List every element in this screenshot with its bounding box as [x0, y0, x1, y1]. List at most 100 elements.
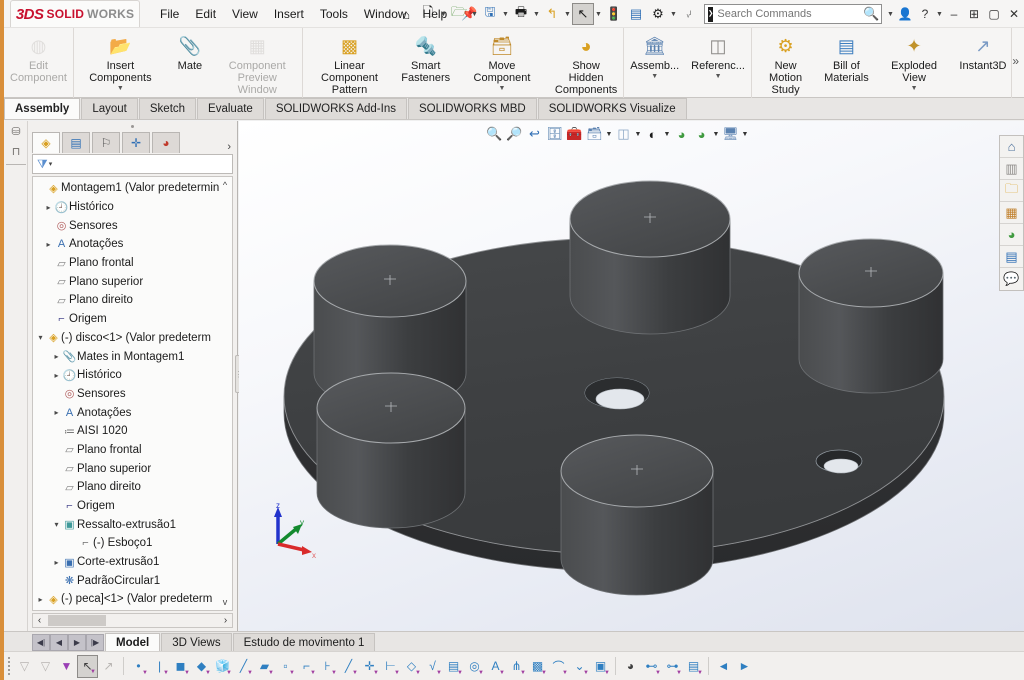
- chevron-down-icon[interactable]: ▼: [520, 670, 526, 676]
- filter-chevron-down-icon[interactable]: ▾: [49, 160, 53, 168]
- document-tab-3d-views[interactable]: 3D Views: [161, 633, 231, 651]
- mate-paperclip-button[interactable]: 📎Mate: [167, 30, 213, 72]
- tree-item[interactable]: ⌐Origem: [33, 310, 232, 329]
- tree-item[interactable]: ▱Plano direito: [33, 478, 232, 497]
- tree-item[interactable]: ▱Plano superior: [33, 459, 232, 478]
- display-style-icon[interactable]: 🗃: [585, 124, 604, 145]
- edit-appearance-icon[interactable]: ◐: [643, 124, 662, 145]
- tab-solidworks-add-ins[interactable]: SOLIDWORKS Add-Ins: [265, 98, 407, 119]
- chevron-down-icon[interactable]: ▼: [142, 670, 148, 676]
- menu-insert[interactable]: Insert: [266, 3, 312, 25]
- search-commands-box[interactable]: ❯ 🔍: [704, 4, 882, 24]
- hide-show-items-icon[interactable]: ◫: [614, 124, 633, 145]
- minimize-button[interactable]: –: [944, 3, 964, 25]
- panel-grip[interactable]: [28, 121, 237, 131]
- filter-weld-beads-icon[interactable]: ⌄▼: [569, 655, 590, 678]
- configuration-manager-tab[interactable]: ⚐: [92, 132, 120, 153]
- tab-assembly[interactable]: Assembly: [4, 98, 80, 119]
- hscroll-track[interactable]: [46, 614, 219, 627]
- tree-item[interactable]: ▸◈(-) peca]<1> (Valor predeterm: [33, 590, 232, 609]
- display-monitor-icon[interactable]: 🖥: [721, 124, 740, 145]
- home-icon[interactable]: ⌂: [395, 3, 417, 25]
- tree-item[interactable]: ≔AISI 1020: [33, 422, 232, 441]
- print-icon[interactable]: 🖶: [510, 3, 532, 25]
- print-chevron-down-icon[interactable]: ▼: [532, 11, 541, 18]
- select-cursor-icon[interactable]: ↖: [572, 3, 594, 25]
- filter-connection-point-icon[interactable]: ⊷▼: [641, 655, 662, 678]
- restore-button[interactable]: ⊞: [964, 3, 984, 25]
- filter-dimensions-icon[interactable]: ⊢▼: [380, 655, 401, 678]
- tree-item[interactable]: ▸🕘Histórico: [33, 198, 232, 217]
- expand-chevron-icon[interactable]: ▸: [51, 408, 62, 417]
- filter-faces-icon[interactable]: ◼▼: [170, 655, 191, 678]
- help-question-icon[interactable]: ?: [915, 3, 935, 25]
- chevron-down-icon[interactable]: ▼: [499, 85, 506, 92]
- expand-chevron-icon[interactable]: ▸: [51, 352, 62, 361]
- close-button[interactable]: ✕: [1004, 3, 1024, 25]
- filter-sketch-points-icon[interactable]: ▫▼: [275, 655, 296, 678]
- view-home-icon[interactable]: ⌂: [1000, 136, 1023, 158]
- tree-item[interactable]: ▸▣Corte-extrusão1: [33, 553, 232, 572]
- chevron-down-icon[interactable]: ▼: [583, 670, 589, 676]
- reference-geometry-button[interactable]: ◫Referenc...▼: [685, 30, 751, 80]
- chevron-down-icon[interactable]: ▼: [394, 670, 400, 676]
- feature-manager-expand-icon[interactable]: ›: [227, 141, 237, 153]
- expand-chevron-icon[interactable]: ▸: [43, 240, 54, 249]
- scenes-folder-icon[interactable]: 🗀: [1000, 180, 1023, 202]
- solidworks-logo[interactable]: 3DS SOLIDWORKS: [10, 0, 140, 27]
- filter-image-icon[interactable]: ▤▼: [683, 655, 704, 678]
- tree-item[interactable]: ▸AAnotações: [33, 403, 232, 422]
- prev-tab-icon[interactable]: ◀: [50, 634, 68, 651]
- select-cursor-icon[interactable]: ↖▼: [77, 655, 98, 678]
- save-chevron-down-icon[interactable]: ▼: [501, 11, 510, 18]
- hscroll-right-icon[interactable]: ›: [219, 615, 232, 626]
- filter-route-point-icon[interactable]: ⊶▼: [662, 655, 683, 678]
- chevron-down-icon[interactable]: ▼: [310, 670, 316, 676]
- tab-layout[interactable]: Layout: [81, 98, 138, 119]
- chevron-down-icon[interactable]: ▼: [655, 670, 661, 676]
- next-tab-icon[interactable]: ▶: [68, 634, 86, 651]
- options-list-icon[interactable]: ▤: [625, 3, 647, 25]
- tree-item[interactable]: ▸⛓Posicionamentos: [33, 609, 232, 611]
- assembly-features-button[interactable]: 🏛Assemb...▼: [624, 30, 685, 80]
- new-motion-study-button[interactable]: ⚙New MotionStudy: [752, 30, 819, 96]
- chevron-down-icon[interactable]: ▼: [651, 73, 658, 80]
- hscroll-thumb[interactable]: [48, 615, 106, 626]
- filter-center-marks-icon[interactable]: ✛▼: [359, 655, 380, 678]
- tree-item[interactable]: ▸AAnotações: [33, 235, 232, 254]
- filter-weld-symbols-icon[interactable]: √▼: [422, 655, 443, 678]
- save-icon[interactable]: 🖫: [479, 3, 501, 25]
- undo-icon[interactable]: ↰: [541, 3, 563, 25]
- tree-item[interactable]: ⌐Origem: [33, 497, 232, 516]
- filter-solid-bodies-icon[interactable]: 🧊▼: [212, 655, 233, 678]
- magnify-left-icon[interactable]: ◄: [713, 655, 734, 678]
- filter-balloons-icon[interactable]: ◎▼: [464, 655, 485, 678]
- chevron-down-icon[interactable]: ▼: [205, 670, 211, 676]
- view-settings-chevron-down-icon[interactable]: ▼: [712, 131, 720, 138]
- search-chevron-down-icon[interactable]: ▼: [886, 11, 895, 18]
- chevron-down-icon[interactable]: ▼: [697, 670, 703, 676]
- feature-tree-filter[interactable]: ⧩ ▾: [32, 154, 233, 174]
- tree-item[interactable]: ▱Plano frontal: [33, 254, 232, 273]
- chevron-down-icon[interactable]: ▼: [117, 85, 124, 92]
- tree-item[interactable]: ◎Sensores: [33, 216, 232, 235]
- chevron-down-icon[interactable]: ▼: [911, 85, 918, 92]
- maximize-button[interactable]: ▢: [984, 3, 1004, 25]
- expand-chevron-icon[interactable]: ▸: [51, 558, 62, 567]
- appearance-chevron-down-icon[interactable]: ▼: [663, 131, 671, 138]
- rebuild-traffic-light-icon[interactable]: 🚦: [603, 3, 625, 25]
- collapse-chevron-icon[interactable]: ▾: [51, 520, 62, 529]
- tree-item[interactable]: ▱Plano direito: [33, 291, 232, 310]
- undo-chevron-down-icon[interactable]: ▼: [563, 11, 572, 18]
- tree-item[interactable]: ◎Sensores: [33, 385, 232, 404]
- first-tab-icon[interactable]: ◀|: [32, 634, 50, 651]
- menu-view[interactable]: View: [224, 3, 266, 25]
- color-wheel-icon[interactable]: ◕: [1000, 224, 1023, 246]
- select-other-icon[interactable]: ↗: [98, 655, 119, 678]
- flyout-tree-icon[interactable]: ⛁: [4, 121, 28, 141]
- bill-of-materials-button[interactable]: ▤Bill ofMaterials: [819, 30, 873, 84]
- view-orientation-icon[interactable]: 🧰: [565, 124, 584, 145]
- expand-chevron-icon[interactable]: ▸: [51, 371, 62, 380]
- feature-tree-tab[interactable]: ◈: [32, 132, 60, 153]
- display-manager-tab[interactable]: ◕: [152, 132, 180, 153]
